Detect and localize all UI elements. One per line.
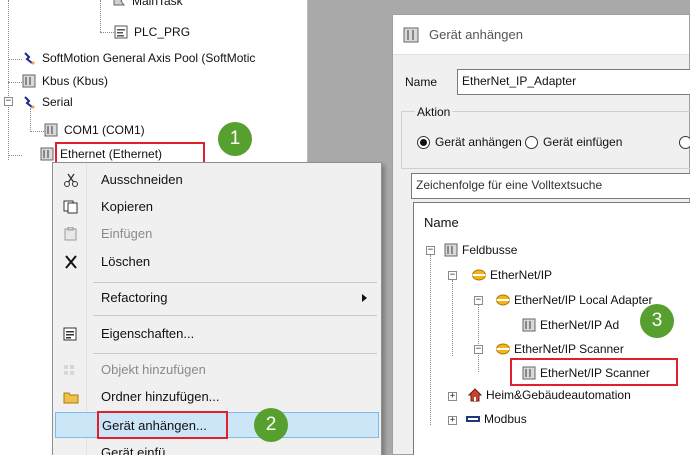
name-label: Name <box>405 75 438 89</box>
menu-item-label: Gerät anhängen... <box>102 418 207 433</box>
tree-guide-line <box>8 0 9 160</box>
task-icon <box>113 0 125 6</box>
context-menu: Ausschneiden Kopieren Einfügen Löschen R… <box>52 162 382 455</box>
menu-item-properties[interactable]: Eigenschaften... <box>55 321 379 347</box>
menu-item-add-object[interactable]: Objekt hinzufügen <box>55 357 379 383</box>
menu-item-label: Einfügen <box>101 226 153 241</box>
menu-item-copy[interactable]: Kopieren <box>55 194 379 220</box>
tree-item-label: COM1 (COM1) <box>64 123 145 137</box>
device-icon <box>403 27 419 43</box>
catalog-collapse-toggle[interactable]: − <box>474 345 483 354</box>
axis-icon <box>24 52 35 65</box>
catalog-item-label: EtherNet/IP Local Adapter <box>514 293 653 307</box>
catalog-expand-toggle[interactable]: + <box>448 392 457 401</box>
dialog-title: Gerät anhängen <box>429 27 523 42</box>
menu-item-label: Eigenschaften... <box>101 326 195 341</box>
radio-attach-device[interactable] <box>417 136 430 149</box>
radio-third-option[interactable] <box>679 136 690 149</box>
tree-item-label: Serial <box>42 95 73 109</box>
menu-item-add-folder[interactable]: Ordner hinzufügen... <box>55 384 379 410</box>
catalog-item-label: Feldbusse <box>462 243 518 257</box>
device-icon <box>22 74 36 88</box>
tree-guide-line <box>8 155 22 156</box>
menu-item-label: Gerät einfü <box>101 445 166 455</box>
tree-item-label: PLC_PRG <box>134 25 191 39</box>
house-icon <box>468 388 482 402</box>
catalog-item-label: EtherNet/IP <box>490 268 553 282</box>
fulltext-search-input[interactable]: Zeichenfolge für eine Volltextsuche <box>411 173 690 199</box>
catalog-item-label: EtherNet/IP Scanner <box>540 366 650 380</box>
radio-attach-label: Gerät anhängen <box>435 135 522 149</box>
device-icon <box>522 318 536 332</box>
tree-item-label: SoftMotion General Axis Pool (SoftMotic <box>42 51 256 65</box>
menu-item-label: Löschen <box>101 254 151 269</box>
axis-icon <box>24 96 35 109</box>
scissors-icon <box>64 173 78 187</box>
ethernet-ip-icon <box>496 343 510 355</box>
delete-x-icon <box>65 255 77 269</box>
menu-item-insert-device[interactable]: Gerät einfü <box>55 440 379 455</box>
action-label: Aktion <box>415 105 453 119</box>
catalog-item-label: EtherNet/IP Scanner <box>514 342 624 356</box>
program-icon <box>114 25 128 39</box>
catalog-collapse-toggle[interactable]: − <box>426 246 435 255</box>
tree-guide-line <box>100 32 114 33</box>
menu-item-label: Kopieren <box>101 199 154 214</box>
tree-item-label: Kbus (Kbus) <box>42 74 109 88</box>
add-object-icon <box>64 365 74 375</box>
ethernet-ip-icon <box>496 294 510 306</box>
tree-guide-line <box>478 304 479 372</box>
copy-icon <box>63 200 78 214</box>
step-badge-3: 3 <box>640 304 674 338</box>
catalog-item-label: Heim&Gebäudeautomation <box>486 388 631 402</box>
catalog-item-label: EtherNet/IP Ad <box>540 318 620 332</box>
step-badge-2: 2 <box>254 408 288 442</box>
tree-guide-line <box>8 82 22 83</box>
tree-guide-line <box>30 131 44 132</box>
menu-item-label: Ausschneiden <box>101 172 183 187</box>
properties-icon <box>63 327 77 341</box>
device-icon <box>444 243 458 257</box>
menu-item-refactoring[interactable]: Refactoring <box>55 285 379 311</box>
menu-separator <box>93 282 377 283</box>
submenu-arrow-icon <box>362 294 367 302</box>
folder-icon <box>63 392 79 404</box>
tree-guide-line <box>452 280 453 356</box>
tree-collapse-toggle[interactable]: − <box>4 97 13 106</box>
modbus-icon <box>466 416 480 422</box>
dialog-titlebar: Gerät anhängen <box>393 15 689 55</box>
menu-separator <box>93 353 377 354</box>
tree-guide-line <box>430 255 431 425</box>
menu-item-label: Refactoring <box>101 290 168 305</box>
menu-item-cut[interactable]: Ausschneiden <box>55 167 379 193</box>
tree-guide-line <box>8 59 22 60</box>
step-badge-1: 1 <box>218 122 252 156</box>
tree-item-label: Ethernet (Ethernet) <box>60 147 163 161</box>
device-icon <box>44 123 58 137</box>
menu-item-delete[interactable]: Löschen <box>55 249 379 275</box>
catalog-item-label: Modbus <box>484 412 527 426</box>
catalog-collapse-toggle[interactable]: − <box>474 296 483 305</box>
menu-item-label: Ordner hinzufügen... <box>101 389 220 404</box>
tree-item-label: MainTask <box>132 0 183 8</box>
catalog-expand-toggle[interactable]: + <box>448 416 457 425</box>
menu-item-label: Objekt hinzufügen <box>101 362 206 377</box>
device-icon <box>522 366 536 380</box>
device-icon <box>40 147 54 161</box>
radio-insert-label: Gerät einfügen <box>543 135 623 149</box>
tree-guide-line <box>30 108 31 130</box>
catalog-collapse-toggle[interactable]: − <box>448 271 457 280</box>
tree-guide-line <box>100 0 101 32</box>
device-name-input[interactable]: EtherNet_IP_Adapter <box>457 69 690 95</box>
radio-insert-device[interactable] <box>525 136 538 149</box>
menu-item-paste[interactable]: Einfügen <box>55 221 379 247</box>
menu-item-attach-device[interactable]: Gerät anhängen... <box>55 412 379 438</box>
column-header-name: Name <box>424 215 459 230</box>
menu-separator <box>93 315 377 316</box>
ethernet-ip-icon <box>472 269 486 281</box>
paste-icon <box>64 227 77 241</box>
